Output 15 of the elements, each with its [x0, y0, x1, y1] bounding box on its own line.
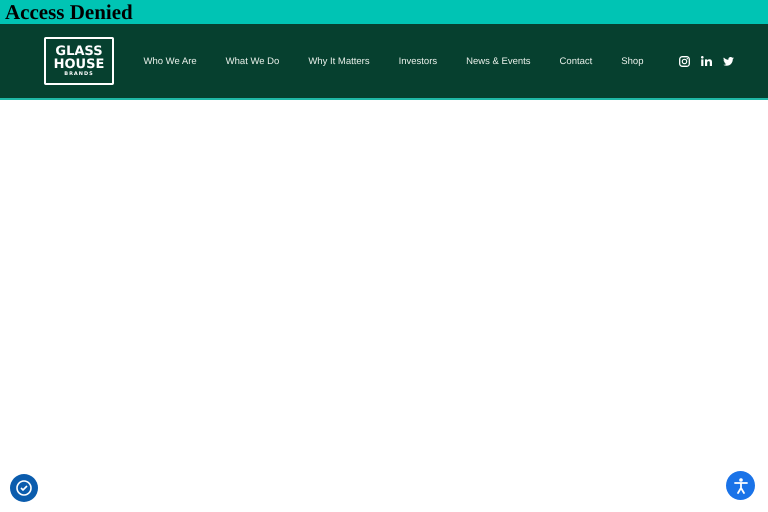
- nav-link[interactable]: What We Do: [211, 56, 294, 66]
- page-heading: Access Denied: [5, 0, 133, 24]
- nav-link[interactable]: Shop: [606, 56, 658, 66]
- nav-link[interactable]: Who We Are: [129, 56, 212, 66]
- nav-link[interactable]: Contact: [545, 56, 607, 66]
- nav-link[interactable]: Why It Matters: [294, 56, 384, 66]
- nav-link[interactable]: Investors: [384, 56, 452, 66]
- accessibility-icon: [732, 476, 750, 494]
- check-circle-icon: [15, 479, 33, 497]
- privacy-settings-button[interactable]: [10, 474, 38, 502]
- linkedin-icon[interactable]: [701, 56, 712, 66]
- accessibility-button[interactable]: [726, 471, 755, 500]
- nav-link[interactable]: News & Events: [452, 56, 546, 66]
- instagram-icon[interactable]: [679, 56, 690, 66]
- twitter-bird-icon[interactable]: [723, 56, 734, 66]
